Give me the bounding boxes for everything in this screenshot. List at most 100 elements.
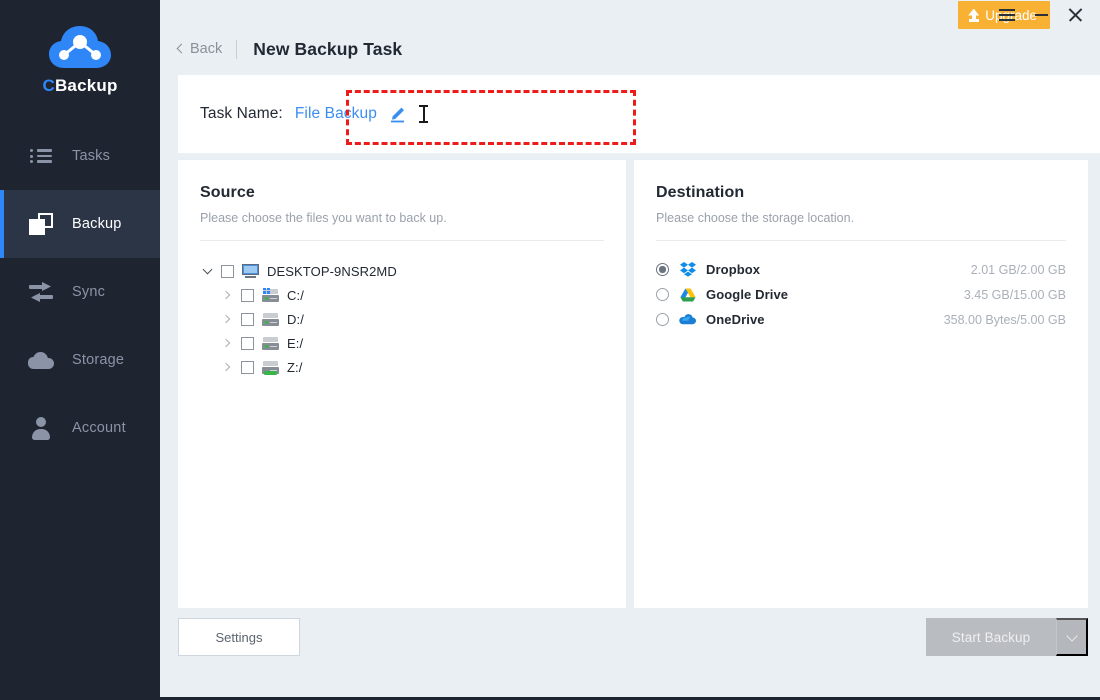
sidebar: CBackup Tasks Backup Sync Storage Accoun… — [0, 0, 160, 700]
chevron-right-icon[interactable] — [220, 314, 234, 324]
settings-button[interactable]: Settings — [178, 618, 300, 656]
brand-prefix: C — [42, 76, 55, 95]
tree-checkbox[interactable] — [221, 264, 234, 278]
source-tree: DESKTOP-9NSR2MD C:/ D:/ E:/ Z:/ — [200, 259, 604, 379]
sidebar-item-label: Backup — [72, 216, 122, 232]
destination-name: Google Drive — [706, 287, 789, 302]
sidebar-item-label: Tasks — [72, 148, 111, 164]
task-name-value[interactable]: File Backup — [295, 105, 377, 123]
upload-arrow-icon — [968, 8, 980, 22]
panel-gap — [626, 160, 634, 608]
drive-icon — [262, 312, 279, 326]
text-cursor-icon — [418, 105, 428, 123]
sidebar-item-storage[interactable]: Storage — [0, 326, 160, 394]
destination-name: Dropbox — [706, 262, 761, 277]
tree-row-label: D:/ — [287, 311, 304, 327]
destination-option-dropbox[interactable]: Dropbox 2.01 GB/2.00 GB — [656, 257, 1066, 282]
panels: Source Please choose the files you want … — [178, 160, 1088, 608]
destination-radio[interactable] — [656, 313, 669, 326]
menu-button[interactable] — [990, 0, 1024, 30]
destination-list: Dropbox 2.01 GB/2.00 GB Google Drive 3.4… — [656, 257, 1066, 332]
page-title: New Backup Task — [253, 38, 403, 59]
destination-radio[interactable] — [656, 263, 669, 276]
sidebar-item-sync[interactable]: Sync — [0, 258, 160, 326]
list-icon — [28, 143, 54, 169]
task-name-label: Task Name: — [200, 105, 283, 122]
sidebar-item-backup[interactable]: Backup — [0, 190, 160, 258]
tree-row[interactable]: Z:/ — [200, 355, 604, 379]
footer: Settings Start Backup — [178, 608, 1088, 700]
brand-name: CBackup — [0, 76, 160, 96]
destination-quota: 3.45 GB/15.00 GB — [963, 287, 1066, 302]
chevron-down-icon — [1065, 629, 1078, 642]
tree-row[interactable]: E:/ — [200, 331, 604, 355]
header-divider — [236, 39, 238, 59]
back-button-label: Back — [190, 41, 223, 57]
destination-name: OneDrive — [706, 312, 765, 327]
minimize-icon — [1034, 14, 1048, 16]
chevron-left-icon — [176, 43, 187, 54]
hamburger-icon — [999, 6, 1015, 24]
cbackup-window: CBackup Tasks Backup Sync Storage Accoun… — [0, 0, 1100, 700]
stacked-squares-icon — [28, 211, 54, 237]
drive-icon — [262, 336, 279, 350]
destination-divider — [656, 240, 1066, 241]
monitor-icon — [242, 264, 259, 278]
pencil-icon[interactable] — [389, 106, 406, 123]
drive-system-icon — [262, 287, 279, 302]
sidebar-item-label: Account — [72, 420, 126, 436]
destination-subtitle: Please choose the storage location. — [656, 211, 855, 225]
person-icon — [28, 415, 54, 441]
source-subtitle: Please choose the files you want to back… — [200, 211, 447, 225]
back-button[interactable]: Back — [176, 41, 223, 57]
source-title: Source — [200, 184, 255, 201]
tree-row-root[interactable]: DESKTOP-9NSR2MD — [200, 259, 604, 283]
tree-row-label: C:/ — [287, 287, 304, 303]
close-icon — [1068, 8, 1083, 22]
tree-row[interactable]: C:/ — [200, 283, 604, 307]
tree-checkbox[interactable] — [241, 312, 254, 326]
sidebar-nav: Tasks Backup Sync Storage Account — [0, 122, 160, 462]
window-controls — [990, 0, 1092, 30]
tree-checkbox[interactable] — [241, 288, 254, 302]
start-backup-dropdown-button[interactable] — [1056, 618, 1088, 656]
destination-quota: 358.00 Bytes/5.00 GB — [943, 312, 1066, 327]
sidebar-item-tasks[interactable]: Tasks — [0, 122, 160, 190]
chevron-right-icon[interactable] — [220, 338, 234, 348]
chevron-right-icon[interactable] — [220, 362, 234, 372]
destination-quota: 2.01 GB/2.00 GB — [970, 262, 1066, 277]
close-button[interactable] — [1058, 0, 1092, 30]
destination-panel: Destination Please choose the storage lo… — [634, 160, 1088, 608]
destination-option-googledrive[interactable]: Google Drive 3.45 GB/15.00 GB — [656, 282, 1066, 307]
tree-row-label: Z:/ — [287, 359, 303, 375]
googledrive-icon — [679, 288, 697, 302]
chevron-right-icon[interactable] — [220, 290, 234, 300]
start-backup-button[interactable]: Start Backup — [926, 618, 1056, 656]
start-backup-group: Start Backup — [926, 618, 1088, 656]
main-area: Upgrade Back New Backup Task Task Name: … — [160, 0, 1100, 700]
dropbox-icon — [679, 262, 697, 277]
app-logo: CBackup — [0, 0, 160, 96]
destination-title: Destination — [656, 184, 745, 201]
tree-checkbox[interactable] — [241, 360, 254, 374]
cloud-network-logo-icon — [49, 26, 111, 68]
title-bar: Upgrade — [160, 0, 1100, 30]
source-panel: Source Please choose the files you want … — [178, 160, 626, 608]
tree-row-label: E:/ — [287, 335, 304, 351]
sidebar-item-account[interactable]: Account — [0, 394, 160, 462]
task-name-card: Task Name: File Backup — [178, 75, 1100, 153]
cloud-icon — [28, 347, 54, 373]
minimize-button[interactable] — [1024, 0, 1058, 30]
destination-option-onedrive[interactable]: OneDrive 358.00 Bytes/5.00 GB — [656, 307, 1066, 332]
tree-row[interactable]: D:/ — [200, 307, 604, 331]
sidebar-item-label: Storage — [72, 352, 125, 368]
tree-row-label: DESKTOP-9NSR2MD — [267, 263, 397, 279]
chevron-down-icon[interactable] — [200, 264, 214, 276]
sidebar-item-label: Sync — [72, 284, 106, 300]
tree-checkbox[interactable] — [241, 336, 254, 350]
page-header: Back New Backup Task — [160, 30, 1100, 68]
drive-network-icon — [262, 360, 279, 375]
sync-arrows-icon — [28, 279, 54, 305]
destination-radio[interactable] — [656, 288, 669, 301]
onedrive-icon — [679, 313, 697, 326]
